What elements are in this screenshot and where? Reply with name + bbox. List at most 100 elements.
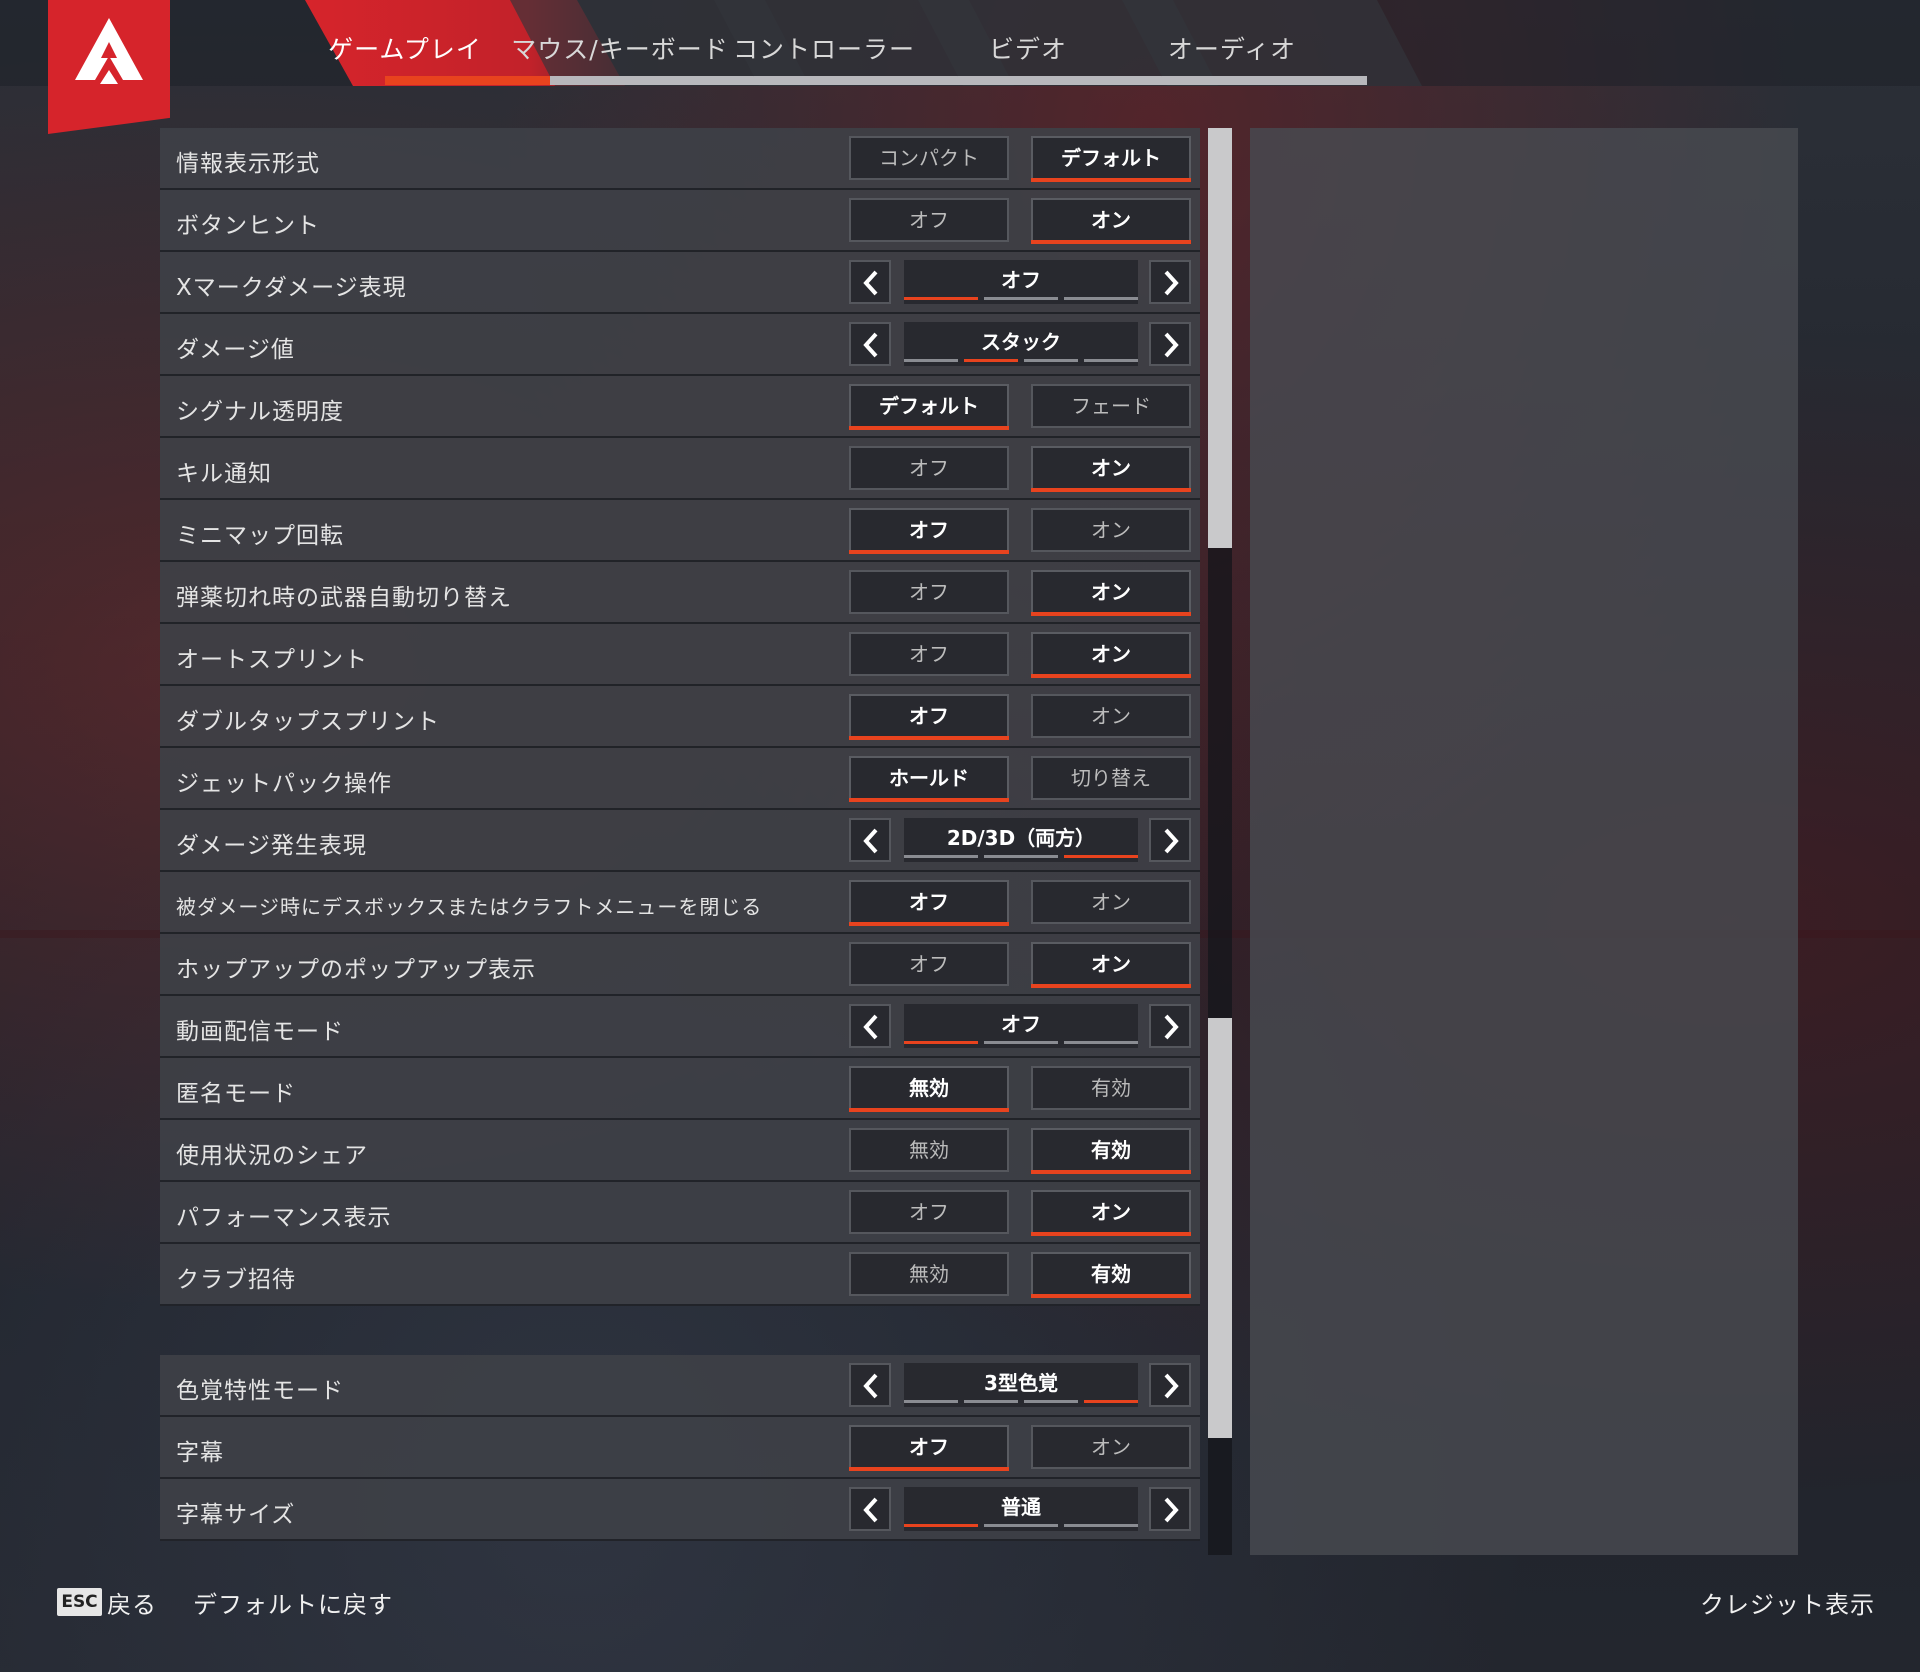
scrollbar-thumb-top[interactable] <box>1208 128 1232 548</box>
setting-label: ホップアップのポップアップ表示 <box>176 957 536 983</box>
setting-label: クラブ招待 <box>176 1267 296 1293</box>
chevron-right-icon[interactable] <box>1149 260 1191 304</box>
cycle-value: 3型色覚 <box>984 1371 1058 1395</box>
option-button[interactable]: オン <box>1031 508 1191 552</box>
setting-row: ボタンヒント オフ オン <box>160 190 1200 252</box>
option-button[interactable]: デフォルト <box>1031 136 1191 182</box>
setting-row: 弾薬切れ時の武器自動切り替え オフ オン <box>160 562 1200 624</box>
chevron-right-icon[interactable] <box>1149 322 1191 366</box>
option-button[interactable]: オフ <box>849 1190 1009 1234</box>
cycle-indicator-segment <box>984 1524 1058 1527</box>
option-button[interactable]: オン <box>1031 1425 1191 1469</box>
setting-row: ダメージ発生表現 2D/3D（両方） <box>160 810 1200 872</box>
chevron-right-icon[interactable] <box>1149 1487 1191 1531</box>
chevron-right-icon[interactable] <box>1149 1004 1191 1048</box>
cycle-value: 普通 <box>1001 1495 1041 1519</box>
setting-row: クラブ招待 無効 有効 <box>160 1244 1200 1306</box>
chevron-left-icon[interactable] <box>849 1004 891 1048</box>
setting-label: キル通知 <box>176 461 272 487</box>
setting-row: 動画配信モード オフ <box>160 996 1200 1058</box>
option-button[interactable]: オフ <box>849 446 1009 490</box>
setting-description-panel <box>1250 128 1798 1555</box>
chevron-left-icon[interactable] <box>849 818 891 862</box>
option-button[interactable]: 有効 <box>1031 1252 1191 1298</box>
option-button[interactable]: コンパクト <box>849 136 1009 180</box>
setting-label: ジェットパック操作 <box>176 771 392 797</box>
chevron-left-icon[interactable] <box>849 1363 891 1407</box>
chevron-right-icon[interactable] <box>1149 818 1191 862</box>
cycle-indicator-segment <box>984 1041 1058 1044</box>
setting-label: Xマークダメージ表現 <box>176 275 407 301</box>
option-button[interactable]: オフ <box>849 694 1009 740</box>
back-button[interactable]: 戻る <box>107 1585 157 1620</box>
setting-label: 使用状況のシェア <box>176 1143 368 1169</box>
option-button[interactable]: オフ <box>849 632 1009 676</box>
option-button[interactable]: 無効 <box>849 1252 1009 1296</box>
cycle-indicator-segment <box>1064 855 1138 858</box>
option-button[interactable]: オフ <box>849 508 1009 554</box>
option-button[interactable]: 無効 <box>849 1066 1009 1112</box>
option-button[interactable]: オン <box>1031 446 1191 492</box>
setting-label: シグナル透明度 <box>176 399 344 425</box>
option-button[interactable]: オン <box>1031 632 1191 678</box>
cycle-selector[interactable]: 3型色覚 <box>904 1363 1138 1407</box>
option-button[interactable]: 有効 <box>1031 1128 1191 1174</box>
setting-row: 字幕 オフ オン <box>160 1417 1200 1479</box>
option-button[interactable]: オン <box>1031 198 1191 244</box>
setting-label: オートスプリント <box>176 647 368 673</box>
esc-key-icon[interactable]: ESC <box>57 1588 102 1616</box>
option-button[interactable]: オン <box>1031 942 1191 988</box>
cycle-selector[interactable]: オフ <box>904 1004 1138 1048</box>
cycle-indicator-segment <box>1084 359 1138 362</box>
option-button[interactable]: オン <box>1031 1190 1191 1236</box>
option-button[interactable]: オフ <box>849 570 1009 614</box>
tab-label: オーディオ <box>1167 35 1297 64</box>
chevron-left-icon[interactable] <box>849 1487 891 1531</box>
option-button[interactable]: オフ <box>849 198 1009 242</box>
option-button[interactable]: ホールド <box>849 756 1009 802</box>
option-button[interactable]: フェード <box>1031 384 1191 428</box>
setting-row: ジェットパック操作 ホールド 切り替え <box>160 748 1200 810</box>
settings-tabs: ゲームプレイ マウス/キーボード コントローラー ビデオ オーディオ <box>0 0 1920 86</box>
settings-scrollbar[interactable] <box>1208 128 1232 1555</box>
gameplay-settings-list: 情報表示形式 コンパクト デフォルト ボタンヒント オフ オン Xマークダメージ表現 オフ ダメ… <box>160 128 1200 1306</box>
cycle-selector[interactable]: スタック <box>904 322 1138 366</box>
cycle-selector[interactable]: オフ <box>904 260 1138 304</box>
setting-row: オートスプリント オフ オン <box>160 624 1200 686</box>
cycle-indicator-segment <box>984 297 1058 300</box>
option-button[interactable]: デフォルト <box>849 384 1009 430</box>
cycle-selector[interactable]: 普通 <box>904 1487 1138 1531</box>
setting-label: ダブルタップスプリント <box>176 709 440 735</box>
option-button[interactable]: オフ <box>849 880 1009 926</box>
cycle-indicator-segment <box>1064 297 1138 300</box>
option-button[interactable]: 切り替え <box>1031 756 1191 800</box>
option-button[interactable]: オン <box>1031 694 1191 738</box>
accessibility-settings-list: 色覚特性モード 3型色覚 字幕 オフ オン 字幕サイズ 普通 <box>160 1355 1200 1541</box>
cycle-indicator-segment <box>904 855 978 858</box>
cycle-indicator-segment <box>1024 1400 1078 1403</box>
cycle-selector[interactable]: 2D/3D（両方） <box>904 818 1138 862</box>
option-button[interactable]: オン <box>1031 880 1191 924</box>
setting-row: 情報表示形式 コンパクト デフォルト <box>160 128 1200 190</box>
setting-row: 使用状況のシェア 無効 有効 <box>160 1120 1200 1182</box>
option-button[interactable]: オフ <box>849 942 1009 986</box>
cycle-value: スタック <box>981 330 1061 354</box>
setting-label: 色覚特性モード <box>176 1378 344 1404</box>
setting-label: ミニマップ回転 <box>176 523 344 549</box>
option-button[interactable]: オン <box>1031 570 1191 616</box>
chevron-left-icon[interactable] <box>849 260 891 304</box>
chevron-right-icon[interactable] <box>1149 1363 1191 1407</box>
option-button[interactable]: オフ <box>849 1425 1009 1471</box>
setting-row: ダブルタップスプリント オフ オン <box>160 686 1200 748</box>
setting-row: ホップアップのポップアップ表示 オフ オン <box>160 934 1200 996</box>
cycle-indicator-segment <box>1064 1041 1138 1044</box>
scrollbar-thumb-lower[interactable] <box>1208 1018 1232 1438</box>
cycle-indicator-segment <box>904 1400 958 1403</box>
chevron-left-icon[interactable] <box>849 322 891 366</box>
setting-label: パフォーマンス表示 <box>176 1205 392 1231</box>
option-button[interactable]: 無効 <box>849 1128 1009 1172</box>
reset-defaults-button[interactable]: デフォルトに戻す <box>193 1585 393 1620</box>
option-button[interactable]: 有効 <box>1031 1066 1191 1110</box>
tab-4[interactable]: オーディオ <box>1122 0 1422 86</box>
credits-button[interactable]: クレジット表示 <box>1700 1585 1875 1620</box>
